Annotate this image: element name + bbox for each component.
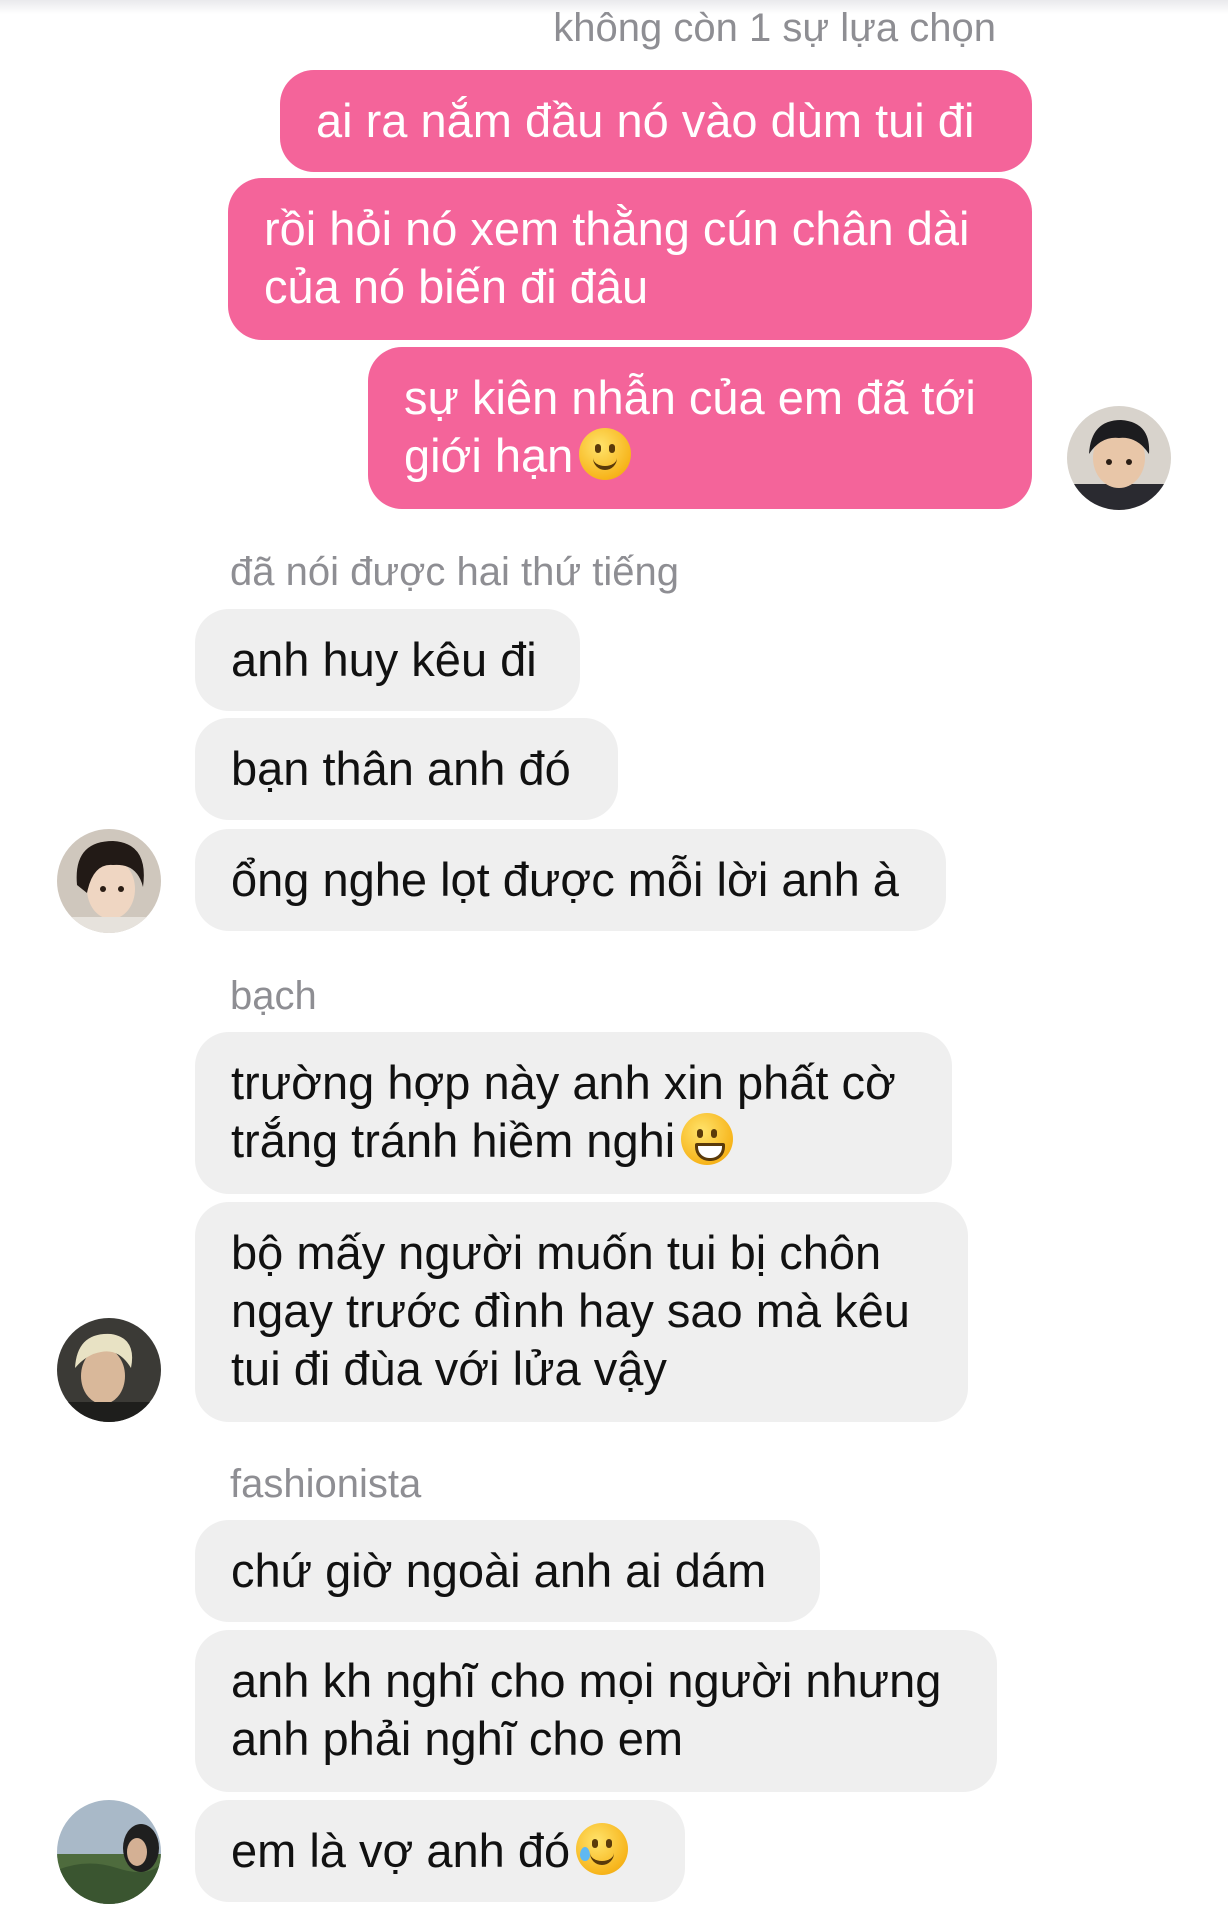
avatar[interactable] <box>57 1800 161 1904</box>
message-text-line: rồi hỏi nó xem thằng cún chân dài <box>264 202 970 255</box>
message-text-line: anh kh nghĩ cho mọi người nhưng <box>231 1654 942 1707</box>
message-text-line: ngay trước đình hay sao mà kêu <box>231 1284 910 1337</box>
message-text: anh huy kêu đi <box>231 633 537 686</box>
message-text-line: trắng tránh hiềm nghi <box>231 1112 916 1170</box>
message-text: bạn thân anh đó <box>231 742 571 795</box>
message-text: chứ giờ ngoài anh ai dám <box>231 1544 767 1597</box>
message-text-line: trường hợp này anh xin phất cờ <box>231 1056 896 1109</box>
message-bubble[interactable]: rồi hỏi nó xem thằng cún chân dài của nó… <box>228 178 1032 340</box>
sender-name: không còn 1 sự lựa chọn <box>553 6 996 50</box>
message-bubble[interactable]: sự kiên nhẫn của em đã tới giới hạn <box>368 347 1032 509</box>
sender-name: fashionista <box>230 1462 422 1506</box>
message-text: ai ra nắm đầu nó vào dùm tui đi <box>316 94 975 147</box>
sender-name: bạch <box>230 974 317 1018</box>
sender-name: đã nói được hai thứ tiếng <box>230 550 679 594</box>
message-bubble[interactable]: ổng nghe lọt được mỗi lời anh à <box>195 829 946 931</box>
message-bubble[interactable]: ai ra nắm đầu nó vào dùm tui đi <box>280 70 1032 172</box>
grinning-face-icon <box>681 1113 734 1165</box>
message-bubble[interactable]: chứ giờ ngoài anh ai dám <box>195 1520 820 1622</box>
message-text-line: sự kiên nhẫn của em đã tới <box>404 371 976 424</box>
message-text-span: giới hạn <box>404 429 574 482</box>
message-text: ổng nghe lọt được mỗi lời anh à <box>231 853 899 906</box>
message-text-line: của nó biến đi đâu <box>264 260 649 313</box>
message-text-line: tui đi đùa với lửa vậy <box>231 1342 667 1395</box>
message-text-line: anh phải nghĩ cho em <box>231 1712 684 1765</box>
message-bubble[interactable]: anh huy kêu đi <box>195 609 580 711</box>
message-bubble[interactable]: bộ mấy người muốn tui bị chôn ngay trước… <box>195 1202 968 1422</box>
message-bubble[interactable]: anh kh nghĩ cho mọi người nhưng anh phải… <box>195 1630 997 1792</box>
slightly-smiling-face-icon <box>579 428 632 480</box>
avatar[interactable] <box>1067 406 1171 510</box>
message-bubble[interactable]: em là vợ anh đó <box>195 1800 685 1902</box>
message-text-span: trắng tránh hiềm nghi <box>231 1114 676 1167</box>
avatar[interactable] <box>57 829 161 933</box>
message-bubble[interactable]: bạn thân anh đó <box>195 718 618 820</box>
message-text-span: em là vợ anh đó <box>231 1824 571 1877</box>
message-text-line: bộ mấy người muốn tui bị chôn <box>231 1226 882 1279</box>
message-bubble[interactable]: trường hợp này anh xin phất cờ trắng trá… <box>195 1032 952 1194</box>
sad-but-relieved-face-icon <box>576 1823 629 1875</box>
message-text-line: giới hạn <box>404 427 996 485</box>
avatar[interactable] <box>57 1318 161 1422</box>
message-text: em là vợ anh đó <box>231 1822 649 1880</box>
